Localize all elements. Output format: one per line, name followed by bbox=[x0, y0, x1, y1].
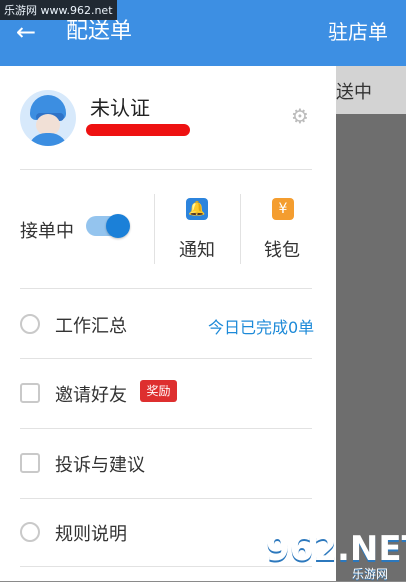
wallet-button[interactable]: 钱包 bbox=[264, 236, 300, 262]
background-tab-text: 送中 bbox=[336, 82, 372, 103]
page-title: 配送单 bbox=[66, 19, 133, 44]
gear-icon[interactable]: ⚙ bbox=[291, 104, 309, 128]
actions-divider bbox=[20, 288, 312, 289]
report-icon bbox=[20, 314, 40, 334]
bell-icon[interactable]: 🔔 bbox=[186, 198, 208, 220]
back-arrow-icon[interactable]: ← bbox=[16, 18, 36, 46]
wallet-icon[interactable]: ¥ bbox=[272, 198, 294, 220]
top-watermark: 乐游网 www.962.net bbox=[0, 0, 117, 20]
feedback-item[interactable]: 投诉与建议 bbox=[55, 451, 145, 477]
user-add-icon bbox=[20, 383, 40, 403]
bottom-watermark: 962.NET 乐游网 bbox=[266, 529, 406, 581]
info-icon bbox=[20, 522, 40, 542]
bottom-watermark-main: 962.NET bbox=[266, 529, 406, 569]
accepting-orders-label: 接单中 bbox=[20, 221, 74, 242]
work-summary-item[interactable]: 工作汇总 bbox=[55, 312, 127, 338]
profile-divider bbox=[20, 169, 312, 170]
store-orders-tab[interactable]: 驻店单 bbox=[328, 18, 388, 46]
navigation-drawer: 未认证 ⚙ 接单中 🔔 通知 ¥ 钱包 工作汇总 今日已完成0单 邀请好友 奖励… bbox=[0, 66, 336, 581]
rules-item[interactable]: 规则说明 bbox=[55, 520, 127, 546]
menu-divider-2 bbox=[20, 428, 312, 429]
work-summary-status: 今日已完成0单 bbox=[208, 318, 315, 337]
bottom-watermark-sub: 乐游网 bbox=[352, 567, 389, 581]
message-icon bbox=[20, 453, 40, 473]
action-separator-2 bbox=[240, 194, 241, 264]
notice-button[interactable]: 通知 bbox=[179, 236, 215, 262]
menu-divider-1 bbox=[20, 358, 312, 359]
user-status-name: 未认证 bbox=[90, 96, 150, 120]
accepting-orders-toggle[interactable] bbox=[86, 214, 130, 238]
avatar[interactable] bbox=[20, 90, 76, 146]
menu-divider-3 bbox=[20, 498, 312, 499]
background-overlay bbox=[336, 114, 406, 581]
action-separator-1 bbox=[154, 194, 155, 264]
invite-friends-item[interactable]: 邀请好友 bbox=[55, 381, 127, 407]
redaction-mark bbox=[86, 124, 190, 136]
courier-body-icon bbox=[28, 133, 68, 146]
reward-badge: 奖励 bbox=[140, 380, 177, 402]
